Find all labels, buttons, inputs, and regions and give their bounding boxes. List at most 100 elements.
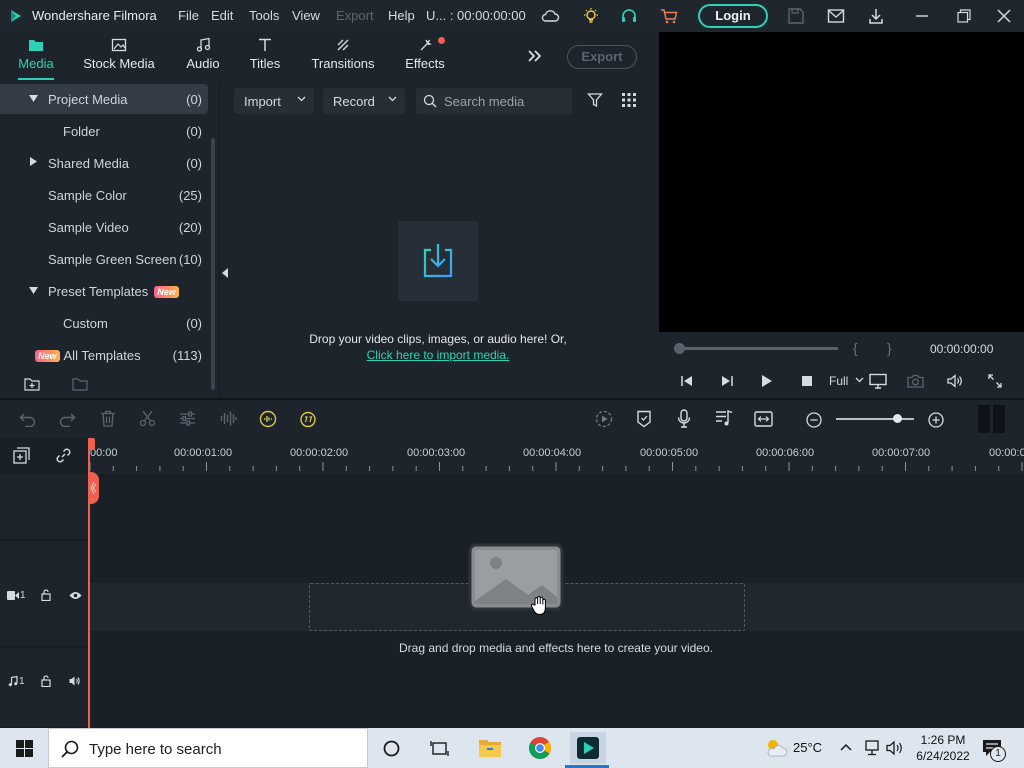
- tab-effects[interactable]: Effects: [400, 32, 450, 78]
- tab-media[interactable]: Media: [8, 32, 64, 80]
- zoom-in-icon[interactable]: [928, 412, 944, 428]
- redo-icon[interactable]: [59, 411, 76, 427]
- stop-icon[interactable]: [802, 376, 812, 386]
- sidebar-scrollbar[interactable]: [211, 138, 215, 390]
- fit-timeline-icon[interactable]: [754, 411, 773, 427]
- grid-view-icon[interactable]: [622, 93, 636, 107]
- cloud-icon[interactable]: [540, 8, 560, 24]
- timeline-ruler[interactable]: 00:00 00:00:01:00 00:00:02:00 00:00:03:0…: [88, 438, 1024, 474]
- add-track-icon[interactable]: [13, 447, 30, 464]
- tab-titles[interactable]: Titles: [244, 32, 286, 78]
- taskbar-search-box[interactable]: Type here to search: [48, 728, 368, 768]
- delete-icon[interactable]: [100, 410, 116, 427]
- chevron-up-icon[interactable]: [840, 743, 852, 751]
- headset-icon[interactable]: [620, 7, 638, 25]
- zoom-slider-track[interactable]: [836, 418, 914, 420]
- undo-icon[interactable]: [19, 411, 36, 427]
- render-preview-icon[interactable]: [595, 410, 613, 428]
- eye-icon[interactable]: [69, 591, 82, 600]
- filter-icon[interactable]: [587, 92, 603, 108]
- speaker-icon[interactable]: [886, 740, 904, 756]
- record-dropdown[interactable]: Record: [323, 88, 405, 114]
- cart-icon[interactable]: [660, 7, 678, 25]
- play-icon[interactable]: [761, 375, 773, 387]
- display-icon[interactable]: [869, 373, 887, 389]
- chevron-down-icon[interactable]: [855, 377, 864, 383]
- new-folder-icon[interactable]: [24, 377, 41, 392]
- menu-help[interactable]: Help: [388, 8, 415, 23]
- widgets-icon[interactable]: [430, 740, 449, 757]
- quality-select[interactable]: Full: [829, 374, 848, 388]
- sidebar-item-sample-green-screen[interactable]: Sample Green Screen (10): [0, 244, 208, 274]
- lock-icon[interactable]: [41, 589, 51, 601]
- layout-panel-icon[interactable]: [977, 405, 1007, 433]
- snapshot-camera-icon[interactable]: [907, 374, 924, 388]
- windows-start-icon[interactable]: [16, 740, 33, 757]
- menu-export[interactable]: Export: [336, 8, 374, 23]
- close-icon[interactable]: [997, 9, 1011, 23]
- sidebar-item-count: (0): [186, 156, 202, 171]
- network-icon[interactable]: [863, 740, 881, 756]
- weather-icon[interactable]: [764, 738, 788, 758]
- menu-edit[interactable]: Edit: [211, 8, 233, 23]
- tab-audio[interactable]: Audio: [180, 32, 226, 78]
- menu-file[interactable]: File: [178, 8, 199, 23]
- audio-waveform-icon[interactable]: [220, 410, 237, 427]
- lock-icon[interactable]: [41, 675, 51, 687]
- minimize-icon[interactable]: [915, 9, 929, 23]
- playhead-marker[interactable]: [88, 438, 95, 450]
- sidebar-item-all-templates[interactable]: New All Templates (113): [0, 340, 208, 370]
- filmora-taskbar-button[interactable]: [570, 732, 606, 764]
- import-media-link-text[interactable]: Click here to import media.: [367, 348, 510, 362]
- collapse-panel-icon[interactable]: [222, 268, 228, 278]
- import-dropdown[interactable]: Import: [234, 88, 314, 114]
- sidebar-item-shared-media[interactable]: Shared Media (0): [0, 148, 208, 178]
- sidebar-item-custom[interactable]: Custom (0): [0, 308, 208, 338]
- tab-stock-media[interactable]: Stock Media: [80, 32, 158, 78]
- download-icon[interactable]: [867, 7, 885, 25]
- save-icon[interactable]: [787, 7, 805, 25]
- speed-timer-icon[interactable]: [299, 410, 317, 428]
- sidebar-item-sample-video[interactable]: Sample Video (20): [0, 212, 208, 242]
- export-button[interactable]: Export: [567, 45, 637, 69]
- sidebar-item-folder[interactable]: Folder (0): [0, 116, 208, 146]
- volume-icon[interactable]: [947, 374, 964, 388]
- task-view-icon[interactable]: [383, 740, 400, 757]
- zoom-slider-knob[interactable]: [893, 414, 902, 423]
- lightbulb-icon[interactable]: [582, 7, 600, 25]
- adjust-sliders-icon[interactable]: [179, 410, 196, 427]
- mail-icon[interactable]: [827, 8, 845, 24]
- playback-progress-knob[interactable]: [674, 343, 685, 354]
- file-explorer-icon[interactable]: [478, 737, 502, 759]
- restore-icon[interactable]: [957, 9, 971, 23]
- link-icon[interactable]: [55, 447, 72, 464]
- menu-view[interactable]: View: [292, 8, 320, 23]
- search-media-input[interactable]: [444, 92, 564, 110]
- zoom-out-icon[interactable]: [806, 412, 822, 428]
- previous-frame-icon[interactable]: [680, 375, 694, 387]
- import-media-link[interactable]: Click here to import media.: [220, 348, 656, 362]
- microphone-icon[interactable]: [677, 409, 691, 428]
- more-tabs-icon[interactable]: [527, 49, 543, 63]
- sidebar-item-project-media[interactable]: Project Media (0): [0, 84, 208, 114]
- auto-beat-icon[interactable]: [259, 410, 277, 428]
- marker-icon[interactable]: [636, 410, 652, 428]
- login-button[interactable]: Login: [698, 4, 768, 28]
- folder-outline-icon[interactable]: [72, 377, 89, 392]
- cut-icon[interactable]: [139, 410, 156, 427]
- audio-mixer-icon[interactable]: [715, 410, 733, 427]
- sidebar-item-preset-templates[interactable]: Preset Templates New: [0, 276, 208, 306]
- import-drop-button[interactable]: [398, 221, 478, 301]
- chrome-icon[interactable]: [528, 736, 552, 760]
- playback-progress-track[interactable]: [678, 347, 838, 350]
- menu-tools[interactable]: Tools: [249, 8, 279, 23]
- sidebar-item-sample-color[interactable]: Sample Color (25): [0, 180, 208, 210]
- playhead-handle[interactable]: [89, 472, 99, 504]
- mark-in-icon[interactable]: {: [853, 340, 858, 356]
- mark-out-icon[interactable]: }: [887, 340, 892, 356]
- speaker-icon[interactable]: [69, 676, 81, 686]
- taskbar-clock[interactable]: 1:26 PM 6/24/2022: [912, 732, 974, 764]
- fullscreen-icon[interactable]: [988, 374, 1002, 388]
- tab-transitions[interactable]: Transitions: [306, 32, 380, 78]
- next-frame-icon[interactable]: [720, 375, 734, 387]
